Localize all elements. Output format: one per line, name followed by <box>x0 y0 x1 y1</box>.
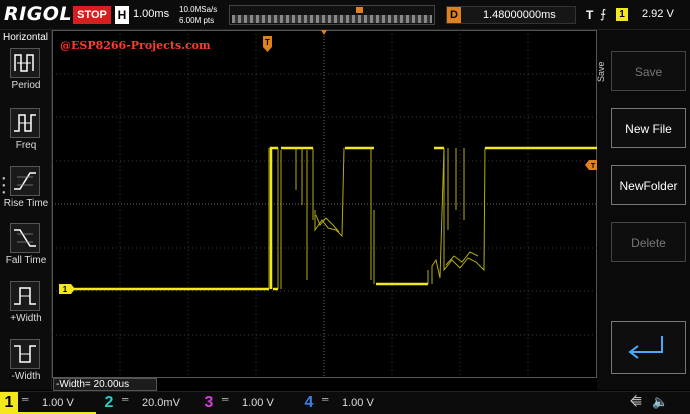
center-marker <box>321 30 327 35</box>
rising-edge-icon: ⨍ <box>600 7 607 21</box>
memory-overview-waveform <box>232 15 432 23</box>
delay-display[interactable]: D 1.48000000ms <box>446 6 576 24</box>
measure-period[interactable]: Period <box>0 48 52 106</box>
pos-width-icon <box>10 281 40 311</box>
ch1-ground-marker: 1 <box>59 284 75 294</box>
memory-depth: 6.00M pts <box>179 16 215 25</box>
dc-coupling-icon: ═ <box>222 394 229 404</box>
channel-1-status[interactable]: 1 ═ 1.00 V <box>0 392 96 414</box>
acquisition-info: 10.0MSa/s 6.00M pts <box>179 4 217 26</box>
channel-2-status[interactable]: 2 ═ 20.0mV <box>100 392 196 414</box>
usb-icon: ⭅ <box>630 394 642 409</box>
measure-freq[interactable]: Freq <box>0 108 52 166</box>
ch1-glitch-traces <box>268 147 486 289</box>
menu-title: Horizontal <box>3 32 49 43</box>
trigger-position-marker: T <box>263 36 272 52</box>
channel-3-status[interactable]: 3 ═ 1.00 V <box>200 392 296 414</box>
speaker-icon[interactable]: 🔈 <box>652 394 668 410</box>
horizontal-measure-menu: Horizontal Period Freq ● ● ● Rise Time Fal… <box>0 30 52 390</box>
trigger-summary[interactable]: T ⨍ 1 2.92 V <box>586 6 686 24</box>
trigger-level-marker: T <box>585 160 597 170</box>
trigger-position-icon <box>356 7 363 13</box>
measure-negative-width[interactable]: -Width <box>0 339 52 397</box>
delay-label: D <box>447 7 461 23</box>
rise-time-icon <box>10 166 40 196</box>
period-icon <box>10 48 40 78</box>
trigger-channel: 1 <box>616 8 628 21</box>
pos-width-label: +Width <box>10 313 42 324</box>
channel-4-number: 4 <box>304 394 314 411</box>
channel-1-number: 1 <box>0 392 18 414</box>
channel-2-scale: 20.0mV <box>142 397 180 409</box>
ch1-waveform <box>74 146 597 291</box>
save-menu-title: Save <box>596 61 606 82</box>
enter-return-icon <box>628 336 663 359</box>
back-button[interactable] <box>611 321 686 374</box>
delay-value: 1.48000000ms <box>483 9 556 21</box>
freq-icon <box>10 108 40 138</box>
timebase-label: H <box>115 6 129 24</box>
timebase-value: 1.00ms <box>133 8 170 20</box>
channel-2-number: 2 <box>104 394 114 411</box>
rigol-logo: RIGOL <box>4 3 73 25</box>
dc-coupling-icon: ═ <box>22 394 29 404</box>
trigger-level-label: T <box>591 163 596 170</box>
measurement-readout: -Width= 20.00us <box>53 378 157 391</box>
graticule: T 1 T <box>52 30 597 378</box>
trigger-label: T <box>586 8 594 22</box>
channel-3-scale: 1.00 V <box>242 397 274 409</box>
trigger-pos-label: T <box>265 38 270 47</box>
run-stop-badge[interactable]: STOP <box>73 6 111 24</box>
fall-time-icon <box>10 223 40 253</box>
measure-rise-time[interactable]: Rise Time <box>0 166 52 224</box>
save-button[interactable]: Save <box>611 51 686 91</box>
new-folder-button[interactable]: NewFolder <box>611 165 686 205</box>
channel-1-scale: 1.00 V <box>42 397 74 409</box>
rise-time-label: Rise Time <box>3 198 49 209</box>
channel-4-status[interactable]: 4 ═ 1.00 V <box>300 392 396 414</box>
dc-coupling-icon: ═ <box>322 394 329 404</box>
sample-rate: 10.0MSa/s <box>179 5 218 14</box>
memory-overview-bar[interactable] <box>229 5 435 25</box>
channel-4-scale: 1.00 V <box>342 397 374 409</box>
ch1-marker-label: 1 <box>63 285 68 294</box>
neg-width-icon <box>10 339 40 369</box>
top-status-bar: RIGOL STOP H 1.00ms 10.0MSa/s 6.00M pts … <box>0 0 690 30</box>
trigger-level: 2.92 V <box>642 8 674 20</box>
channel-3-number: 3 <box>204 394 214 411</box>
timebase-display[interactable]: H 1.00ms <box>115 6 175 24</box>
delete-button[interactable]: Delete <box>611 222 686 262</box>
waveform-display[interactable]: T 1 T @ESP8266-Projects.com <box>52 30 597 378</box>
measure-positive-width[interactable]: +Width <box>0 281 52 339</box>
period-label: Period <box>11 80 41 91</box>
freq-label: Freq <box>15 140 37 151</box>
dc-coupling-icon: ═ <box>122 394 129 404</box>
new-file-button[interactable]: New File <box>611 108 686 148</box>
measure-fall-time[interactable]: Fall Time <box>0 223 52 281</box>
neg-width-label: -Width <box>11 371 41 382</box>
watermark: @ESP8266-Projects.com <box>60 39 211 52</box>
fall-time-label: Fall Time <box>5 255 47 266</box>
